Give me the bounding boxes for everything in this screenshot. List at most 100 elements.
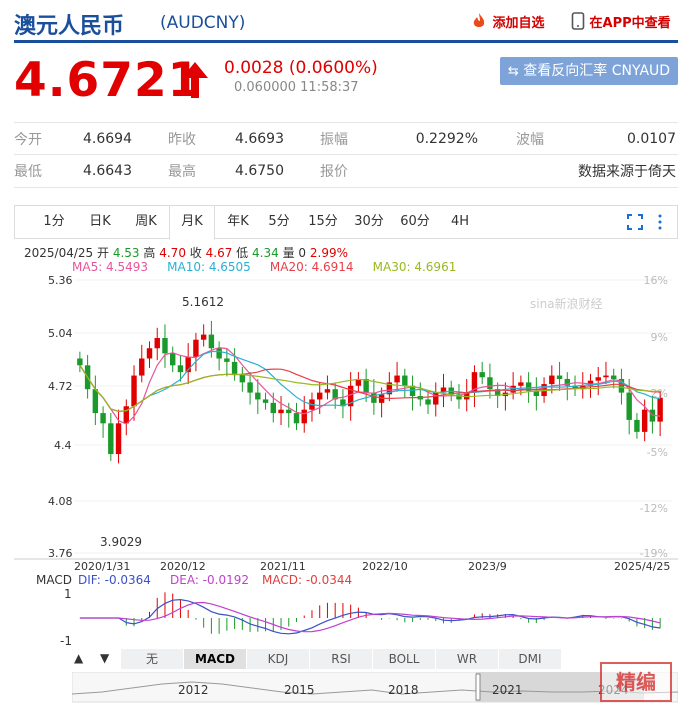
candle-body bbox=[611, 375, 617, 379]
stat-label: 振幅 bbox=[320, 131, 348, 148]
macd-dif: DIF: -0.0364 bbox=[78, 573, 151, 587]
candle-body bbox=[193, 339, 199, 357]
candle-body bbox=[270, 402, 276, 414]
candle-body bbox=[518, 382, 524, 386]
stat-value: 0.2292% bbox=[415, 130, 478, 147]
stat-label: 昨收 bbox=[168, 131, 196, 148]
candle-body bbox=[278, 409, 284, 414]
candle-body bbox=[255, 392, 261, 400]
candle-body bbox=[657, 397, 663, 422]
indicator-tab-kdj[interactable]: KDJ bbox=[247, 649, 310, 669]
indicator-tab-none[interactable]: 无 bbox=[121, 649, 184, 669]
candle-body bbox=[626, 392, 632, 420]
reverse-rate-label: 查看反向汇率 CNYAUD bbox=[523, 63, 671, 79]
page-title: 澳元人民币 bbox=[14, 14, 125, 39]
tab-weekly[interactable]: 周K bbox=[127, 206, 165, 239]
stat-label: 报价 bbox=[320, 164, 348, 180]
swap-icon: ⇆ bbox=[507, 64, 519, 79]
kline-chart[interactable]: sina新浪财经 5.36 5.04 4.72 4.4 4.08 3.76 16… bbox=[0, 272, 682, 652]
candle-body bbox=[123, 406, 129, 424]
candle-body bbox=[324, 389, 331, 393]
y-pct-label: 16% bbox=[644, 274, 668, 287]
candle-body bbox=[200, 334, 207, 340]
candle-body bbox=[100, 413, 106, 424]
x-axis-label: 2020/12 bbox=[160, 560, 206, 573]
y-axis-label: 5.04 bbox=[48, 327, 73, 340]
timeline-navigator[interactable]: 2012 2015 2018 2021 2024 bbox=[72, 672, 678, 710]
y-axis-label: 4.08 bbox=[48, 495, 73, 508]
candle-body bbox=[154, 338, 160, 349]
stat-value: 0.0107 bbox=[627, 130, 676, 147]
candle-body bbox=[115, 423, 122, 455]
candle-body bbox=[317, 392, 323, 400]
candle-body bbox=[425, 399, 431, 405]
tab-1min[interactable]: 1分 bbox=[35, 206, 73, 239]
add-watchlist-link[interactable]: 添加自选 bbox=[470, 12, 545, 31]
candle-body bbox=[371, 392, 377, 403]
open-app-label: 在APP中查看 bbox=[589, 16, 671, 31]
candle-body bbox=[108, 423, 114, 455]
legend-low-label: 低 bbox=[236, 246, 249, 260]
legend-vol-label: 量 bbox=[282, 246, 295, 260]
tab-monthly[interactable]: 月K bbox=[169, 205, 215, 240]
stat-value: 4.6693 bbox=[235, 130, 284, 147]
stats-row: 最低 4.6643 最高 4.6750 报价 数据来源于倚天 bbox=[14, 155, 678, 188]
timeline-handle-left[interactable] bbox=[475, 673, 481, 701]
x-axis-label: 2020/1/31 bbox=[74, 560, 130, 573]
candle-body bbox=[139, 358, 145, 376]
grid bbox=[74, 279, 672, 554]
timeline-year: 2021 bbox=[492, 683, 523, 697]
reverse-rate-button[interactable]: ⇆ 查看反向汇率 CNYAUD bbox=[500, 57, 678, 85]
candle-body bbox=[216, 348, 222, 359]
data-source: 数据来源于倚天 bbox=[578, 164, 676, 180]
indicator-tab-boll[interactable]: BOLL bbox=[373, 649, 436, 669]
symbol-code: (AUDCNY) bbox=[160, 13, 246, 33]
open-app-link[interactable]: 在APP中查看 bbox=[571, 12, 671, 31]
fullscreen-icon[interactable] bbox=[627, 214, 643, 230]
tab-30min[interactable]: 30分 bbox=[349, 206, 389, 239]
stamp-badge: 精编 bbox=[600, 662, 672, 702]
dif-line bbox=[79, 598, 661, 635]
add-watchlist-label: 添加自选 bbox=[492, 16, 545, 31]
tab-daily[interactable]: 日K bbox=[81, 206, 119, 239]
candle-body bbox=[402, 375, 408, 386]
candle-body bbox=[293, 413, 300, 424]
fire-icon bbox=[473, 13, 485, 27]
legend-open: 4.53 bbox=[112, 246, 140, 260]
tab-4h[interactable]: 4H bbox=[445, 206, 475, 239]
legend-high-label: 高 bbox=[143, 246, 156, 260]
legend-pct: 2.99% bbox=[309, 246, 348, 260]
timeline-year: 2018 bbox=[388, 683, 419, 697]
up-arrow-icon bbox=[182, 62, 208, 98]
timeline-year: 2012 bbox=[178, 683, 209, 697]
tab-60min[interactable]: 60分 bbox=[395, 206, 435, 239]
header-divider bbox=[14, 40, 678, 43]
candle-body bbox=[479, 372, 485, 378]
high-marker: 5.1612 bbox=[182, 295, 224, 309]
y-axis-label: 4.72 bbox=[48, 380, 73, 393]
stat-label: 最高 bbox=[168, 164, 196, 180]
candle-body bbox=[595, 377, 601, 381]
y-axis-label: 3.76 bbox=[48, 547, 73, 560]
indicator-tab-wr[interactable]: WR bbox=[436, 649, 499, 669]
indicator-tab-dmi[interactable]: DMI bbox=[499, 649, 562, 669]
candle-body bbox=[231, 361, 238, 374]
tab-15min[interactable]: 15分 bbox=[303, 206, 343, 239]
tab-yearly[interactable]: 年K bbox=[219, 206, 257, 239]
legend-high: 4.70 bbox=[159, 246, 186, 260]
candle-body bbox=[247, 382, 253, 393]
candle-body bbox=[262, 399, 269, 403]
macd-value: MACD: -0.0344 bbox=[262, 573, 352, 587]
indicator-tab-macd[interactable]: MACD bbox=[184, 649, 247, 669]
stat-label: 最低 bbox=[14, 164, 42, 180]
candle-body bbox=[170, 353, 176, 366]
stat-value: 4.6694 bbox=[83, 130, 132, 147]
tab-5min[interactable]: 5分 bbox=[262, 206, 296, 239]
indicator-tab-rsi[interactable]: RSI bbox=[310, 649, 373, 669]
x-axis-label: 2025/4/25 bbox=[614, 560, 670, 573]
candle-body bbox=[208, 334, 215, 349]
more-icon[interactable] bbox=[657, 214, 663, 230]
stats-row: 今开 4.6694 昨收 4.6693 振幅 0.2292% 波幅 0.0107 bbox=[14, 122, 678, 155]
y-pct-label: 9% bbox=[651, 331, 668, 344]
legend-open-label: 开 bbox=[97, 246, 110, 260]
